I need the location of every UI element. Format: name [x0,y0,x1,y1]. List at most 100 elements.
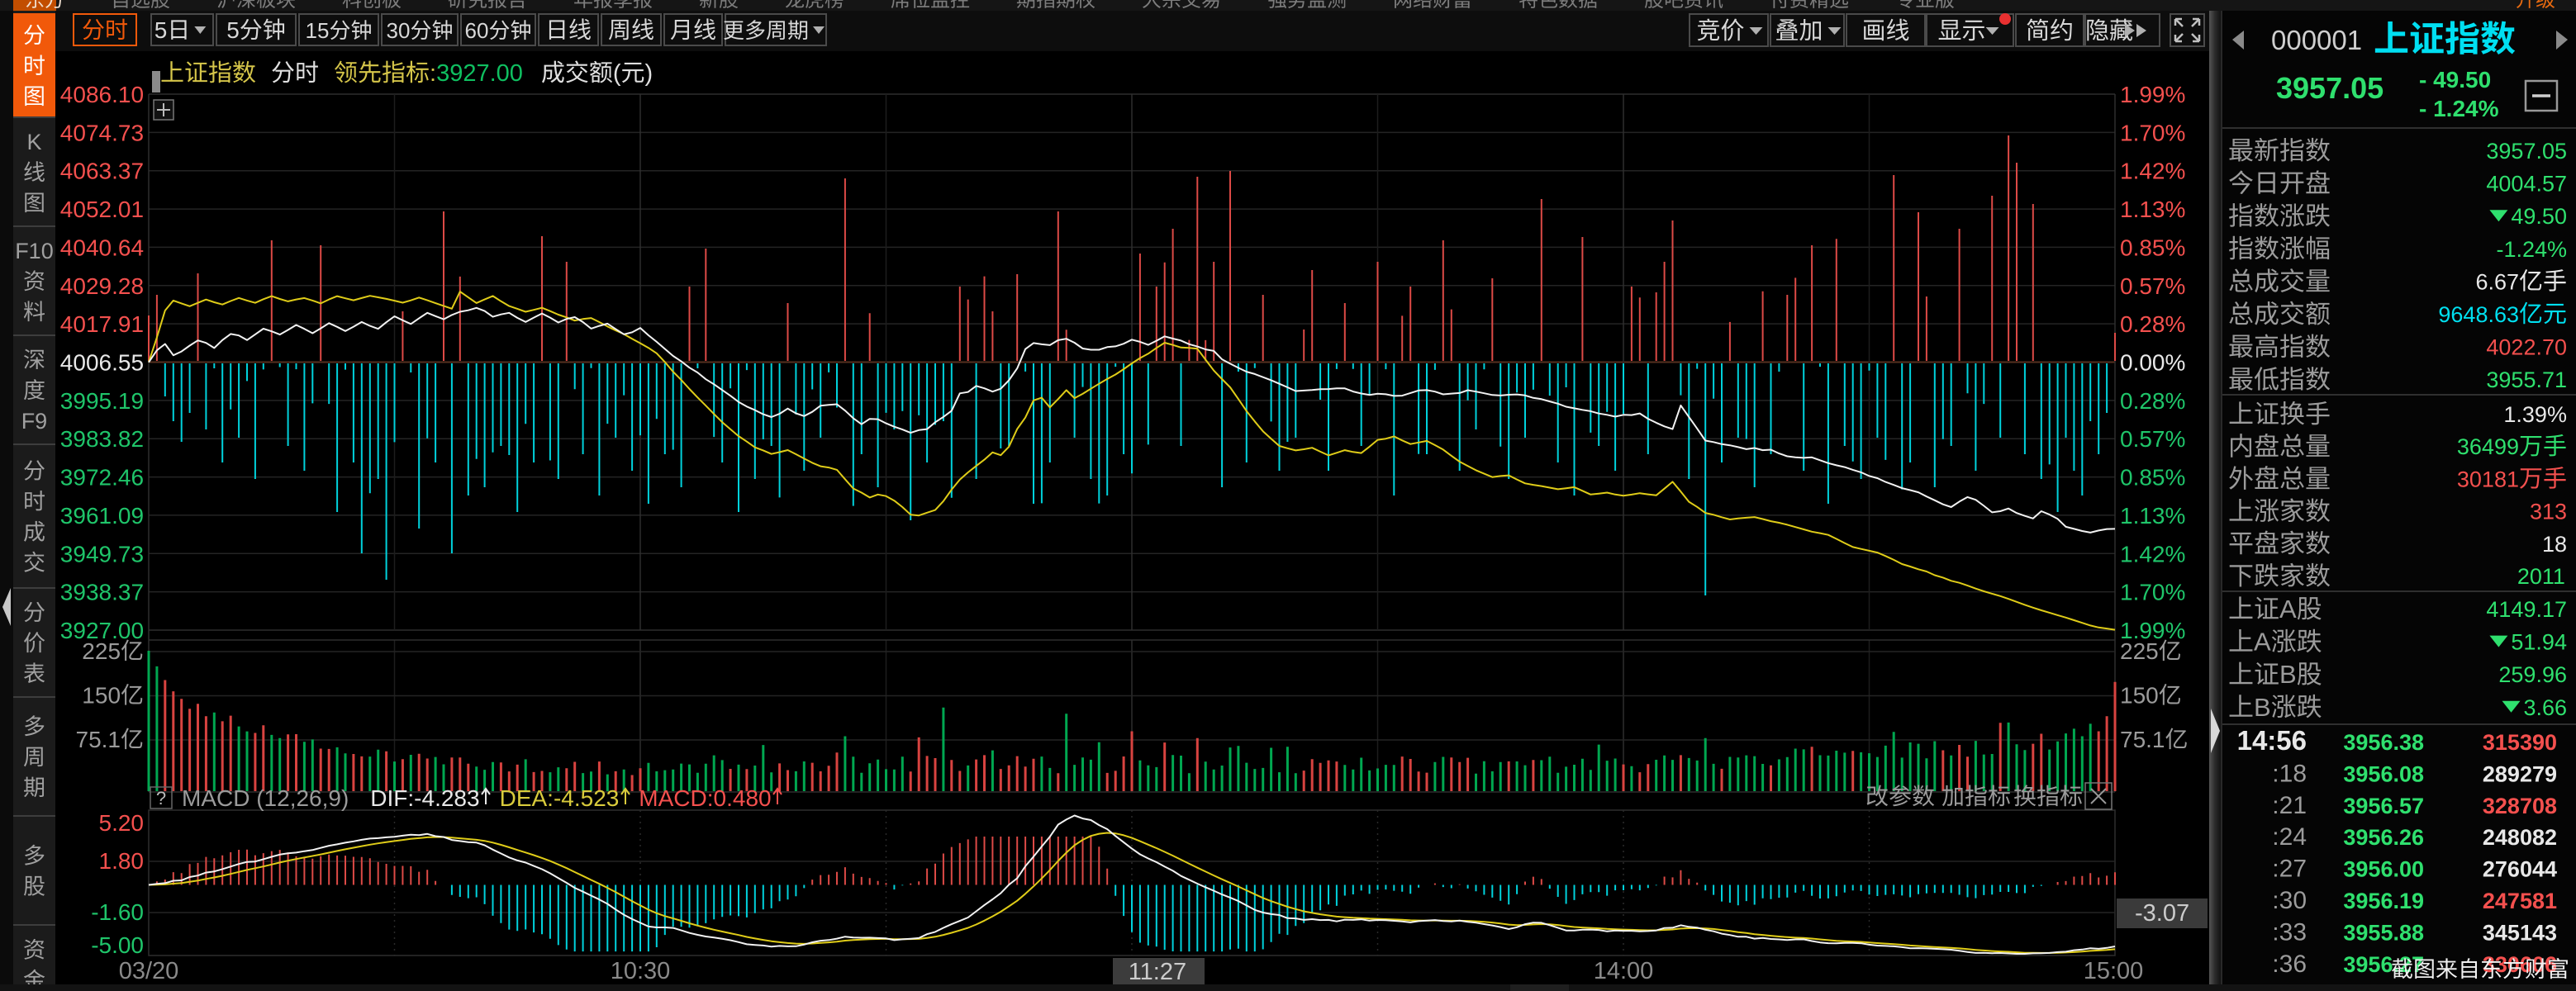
svg-text:DEA:-4.523: DEA:-4.523 [500,785,620,811]
svg-text:4029.28: 4029.28 [60,273,144,299]
svg-text:A: A [2279,595,2297,624]
svg-text::: : [430,60,436,87]
svg-text:0.00%: 0.00% [2120,350,2185,376]
svg-text:4149.17: 4149.17 [2486,597,2567,622]
svg-text:5: 5 [154,17,168,43]
svg-text:1.13%: 1.13% [2120,503,2185,529]
svg-text:51.94: 51.94 [2511,630,2567,655]
svg-text:345143: 345143 [2483,920,2557,945]
svg-text:247581: 247581 [2483,889,2557,913]
svg-text:15: 15 [306,18,330,43]
svg-text:): ) [645,60,654,87]
svg-text:1.80: 1.80 [99,848,145,874]
svg-text:3957.05: 3957.05 [2276,71,2384,105]
svg-text:3949.73: 3949.73 [60,541,144,567]
svg-text:3955.71: 3955.71 [2486,367,2567,392]
svg-text:3927.00: 3927.00 [436,60,523,87]
svg-text:75.1: 75.1 [2120,727,2165,752]
svg-text::27: :27 [2272,856,2307,883]
svg-text:14:56: 14:56 [2237,725,2307,756]
svg-text:3956.38: 3956.38 [2343,730,2424,755]
svg-text:0.85%: 0.85% [2120,235,2185,260]
svg-text:11:27: 11:27 [1129,959,1186,985]
svg-text:B: B [2254,693,2271,722]
svg-text:1.99%: 1.99% [2120,82,2185,107]
svg-text:4052.01: 4052.01 [60,197,144,222]
svg-text:60: 60 [465,18,489,43]
svg-text:-1.60: -1.60 [91,899,144,925]
svg-text:-3.07: -3.07 [2135,900,2189,927]
svg-text:1.70%: 1.70% [2120,580,2185,605]
svg-text:3983.82: 3983.82 [60,426,144,452]
svg-text:4040.64: 4040.64 [60,235,144,260]
svg-text::36: :36 [2272,951,2307,978]
svg-text::21: :21 [2272,792,2307,819]
svg-text:3972.46: 3972.46 [60,465,144,491]
svg-text:1.39%: 1.39% [2503,402,2567,427]
svg-text:6.67: 6.67 [2476,269,2520,294]
svg-text:4017.91: 4017.91 [60,311,144,337]
svg-text::18: :18 [2272,760,2307,787]
svg-text:5.20: 5.20 [99,810,145,836]
svg-text:3956.57: 3956.57 [2343,794,2424,818]
svg-text:4022.70: 4022.70 [2486,335,2567,360]
svg-text:3955.88: 3955.88 [2343,920,2424,945]
svg-text:B: B [2279,660,2297,689]
svg-text:276044: 276044 [2483,857,2557,882]
svg-text:4086.10: 4086.10 [60,82,144,107]
svg-text:30: 30 [387,18,411,43]
svg-text::33: :33 [2272,918,2307,946]
svg-text:000001: 000001 [2271,25,2362,55]
svg-text:30181: 30181 [2457,467,2519,491]
svg-text:4063.37: 4063.37 [60,159,144,184]
svg-text:3956.08: 3956.08 [2343,761,2424,786]
svg-text:-1.24%: -1.24% [2497,237,2568,262]
svg-text:0.57%: 0.57% [2120,273,2185,299]
svg-text:328708: 328708 [2483,794,2557,818]
svg-text:3957.05: 3957.05 [2486,139,2567,164]
svg-text:A: A [2254,628,2271,657]
svg-text::24: :24 [2272,823,2307,851]
svg-text:0.85%: 0.85% [2120,465,2185,491]
svg-text:3956.19: 3956.19 [2343,889,2424,913]
svg-text:- 1.24%: - 1.24% [2419,96,2499,121]
svg-text:3938.37: 3938.37 [60,580,144,605]
svg-text:1.42%: 1.42% [2120,159,2185,184]
svg-text:-5.00: -5.00 [91,932,144,958]
svg-text:F10: F10 [15,239,54,263]
svg-text:15:00: 15:00 [2084,958,2144,984]
svg-text:315390: 315390 [2483,730,2557,755]
svg-text::30: :30 [2272,887,2307,914]
svg-text:289279: 289279 [2483,761,2557,786]
svg-text:49.50: 49.50 [2511,204,2567,229]
svg-text:150: 150 [82,683,121,709]
svg-text:1.13%: 1.13% [2120,197,2185,222]
svg-text:4074.73: 4074.73 [60,120,144,145]
svg-text:1.70%: 1.70% [2120,120,2185,145]
svg-text:9648.63: 9648.63 [2438,302,2519,327]
svg-text:18: 18 [2542,532,2567,557]
svg-text:2011: 2011 [2517,564,2565,589]
svg-text:3.66: 3.66 [2524,695,2568,720]
svg-text:MACD:0.480: MACD:0.480 [639,785,771,811]
svg-text:4006.55: 4006.55 [60,350,144,376]
svg-text:03/20: 03/20 [119,958,179,984]
svg-text:3956.26: 3956.26 [2343,825,2424,850]
svg-text:DIF:-4.283: DIF:-4.283 [370,785,479,811]
svg-text:248082: 248082 [2483,825,2557,850]
svg-text:5: 5 [226,17,240,43]
svg-text:MACD (12,26,9): MACD (12,26,9) [182,785,349,811]
svg-text:K: K [27,130,42,154]
svg-text:- 49.50: - 49.50 [2419,67,2491,92]
svg-text:3995.19: 3995.19 [60,388,144,414]
svg-text:1.42%: 1.42% [2120,541,2185,567]
svg-text:150: 150 [2120,683,2159,709]
svg-text:313: 313 [2530,500,2567,524]
svg-text:259.96: 259.96 [2498,662,2567,687]
svg-text:(: ( [613,60,621,87]
svg-text:0.28%: 0.28% [2120,311,2185,337]
svg-text:3956.00: 3956.00 [2343,857,2424,882]
svg-text:?: ? [156,788,166,808]
svg-text:14:00: 14:00 [1594,958,1654,984]
svg-text:75.1: 75.1 [76,727,121,752]
